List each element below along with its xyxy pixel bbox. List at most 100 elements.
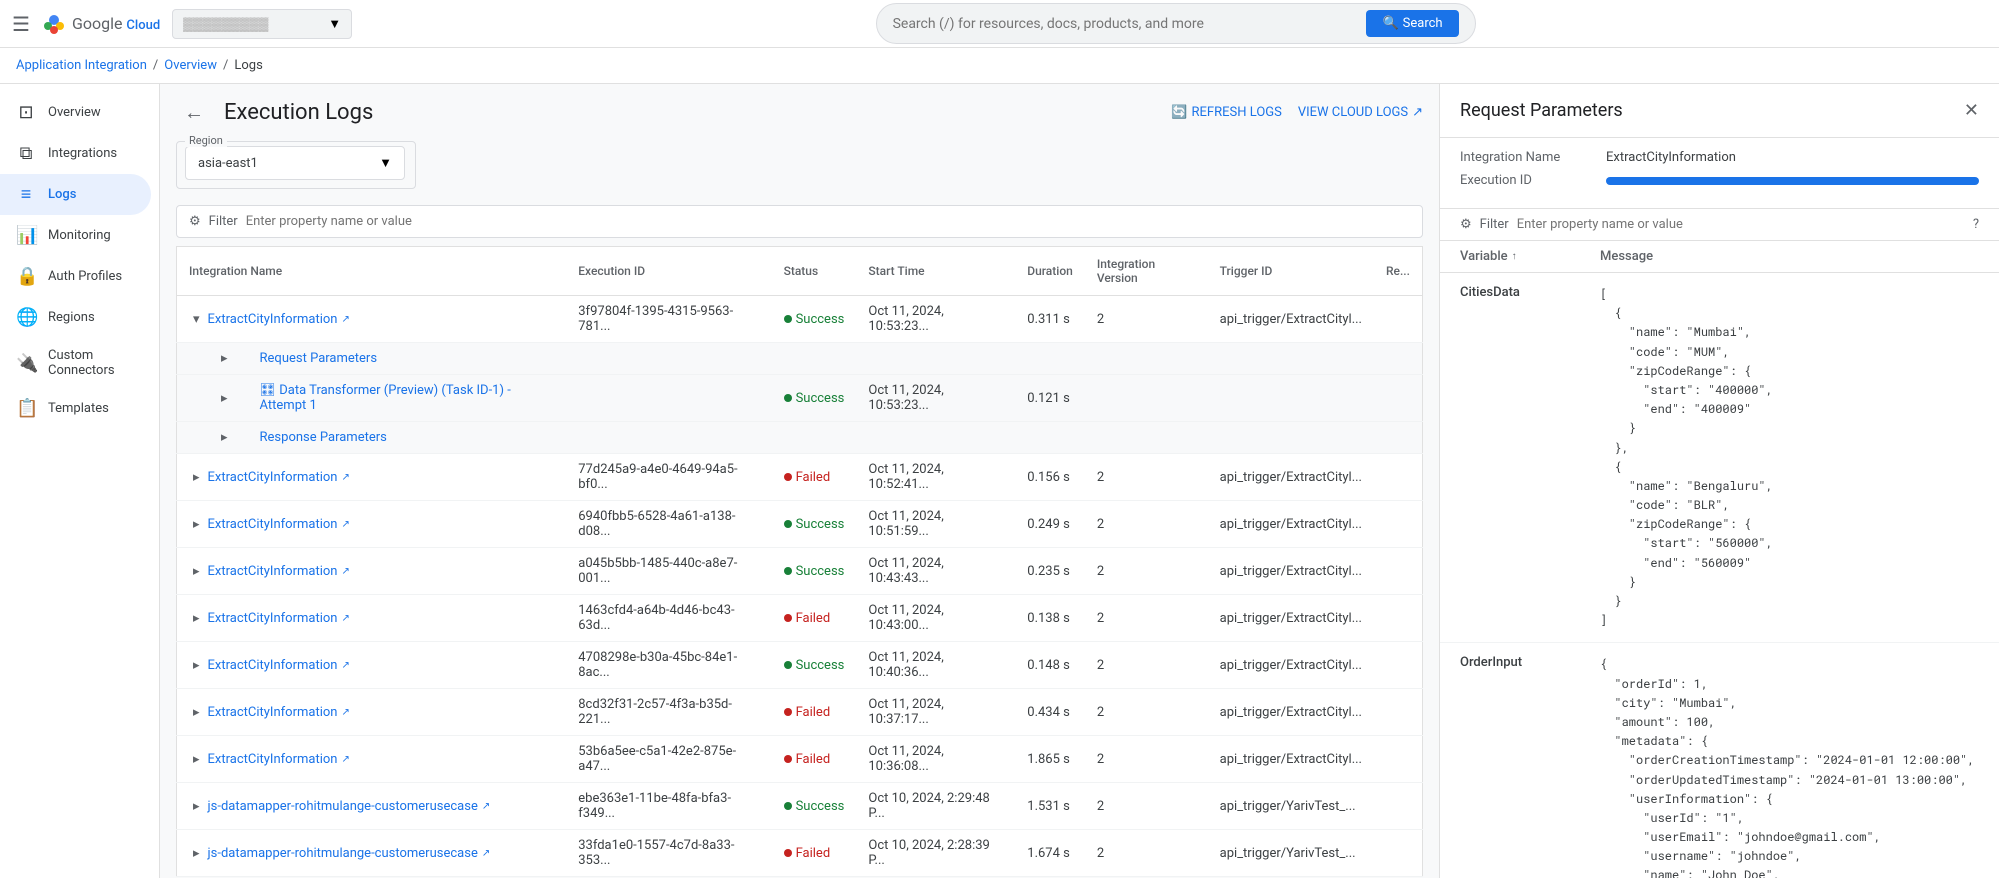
integration-name-link[interactable]: ExtractCityInformation↗ — [208, 658, 350, 673]
expand-sub-row-button[interactable]: ▸ — [217, 391, 232, 406]
sidebar-label-custom-connectors: Custom Connectors — [48, 348, 135, 378]
col-header-re: Re... — [1374, 247, 1423, 296]
sidebar-item-regions[interactable]: 🌐 Regions — [0, 297, 151, 338]
sub-trigger — [1208, 343, 1374, 375]
expand-sub-row-button[interactable]: ▸ — [217, 430, 232, 445]
table-row: ▾ ExtractCityInformation↗ 3f97804f-1395-… — [177, 296, 1423, 343]
expand-row-button[interactable]: ▸ — [189, 799, 204, 814]
sub-version — [1085, 343, 1208, 375]
expand-row-button[interactable]: ▸ — [189, 846, 204, 861]
filter-icon: ⚙ — [189, 214, 201, 229]
integration-name-link[interactable]: ExtractCityInformation↗ — [208, 312, 350, 327]
sub-version — [1085, 422, 1208, 454]
content-area: ← Execution Logs 🔄 REFRESH LOGS VIEW CLO… — [160, 84, 1439, 878]
trigger-id-cell: api_trigger/ExtractCityl... — [1208, 501, 1374, 548]
breadcrumb-item-app-integration[interactable]: Application Integration — [16, 58, 147, 73]
region-select[interactable]: asia-east1 ▼ — [185, 146, 405, 180]
meta-execution-id: Execution ID — [1460, 173, 1979, 188]
expand-row-button[interactable]: ▸ — [189, 658, 204, 673]
expand-row-button[interactable]: ▸ — [189, 611, 204, 626]
sort-icon[interactable]: ↑ — [1512, 251, 1517, 262]
variable-row: CitiesData [ { "name": "Mumbai", "code":… — [1440, 273, 1999, 643]
re-cell — [1374, 501, 1423, 548]
sidebar-item-logs[interactable]: ≡ Logs — [0, 174, 151, 215]
right-panel-filter-input[interactable] — [1517, 217, 1965, 232]
duration-cell: 0.156 s — [1015, 454, 1085, 501]
sub-re — [1374, 422, 1423, 454]
sub-duration — [1015, 343, 1085, 375]
right-panel-content: CitiesData [ { "name": "Mumbai", "code":… — [1440, 273, 1999, 878]
integration-name-link[interactable]: ExtractCityInformation↗ — [208, 705, 350, 720]
version-cell: 2 — [1085, 736, 1208, 783]
sub-status — [772, 422, 857, 454]
logs-table: Integration Name Execution ID Status Sta… — [176, 246, 1423, 877]
version-cell: 2 — [1085, 595, 1208, 642]
external-icon: ↗ — [341, 314, 349, 325]
expand-row-button[interactable]: ▸ — [189, 517, 204, 532]
sub-row-link[interactable]: Request Parameters — [236, 351, 378, 366]
breadcrumb-item-overview[interactable]: Overview — [164, 58, 217, 73]
duration-cell: 0.434 s — [1015, 689, 1085, 736]
sidebar-item-overview[interactable]: ⊡ Overview — [0, 92, 151, 133]
expand-row-button[interactable]: ▸ — [189, 752, 204, 767]
filter-input[interactable] — [246, 214, 1410, 229]
custom-connectors-icon: 🔌 — [16, 353, 36, 374]
col-header-trigger-id: Trigger ID — [1208, 247, 1374, 296]
help-icon[interactable]: ? — [1973, 217, 1979, 232]
right-panel-header: Request Parameters ✕ — [1440, 84, 1999, 138]
integration-name-link[interactable]: ExtractCityInformation↗ — [208, 517, 350, 532]
table-header-row: Integration Name Execution ID Status Sta… — [177, 247, 1423, 296]
sidebar-item-integrations[interactable]: ⧉ Integrations — [0, 133, 151, 174]
sidebar-item-monitoring[interactable]: 📊 Monitoring — [0, 215, 151, 256]
sidebar-item-templates[interactable]: 📋 Templates — [0, 388, 151, 429]
expand-sub-row-button[interactable]: ▸ — [217, 351, 232, 366]
execution-id-bar — [1606, 177, 1979, 185]
integration-name-link[interactable]: js-datamapper-rohitmulange-customeruseca… — [208, 799, 491, 814]
trigger-id-cell: api_trigger/YarivTest_... — [1208, 783, 1374, 830]
region-label: Region — [185, 134, 227, 147]
project-selector[interactable]: ▓▓▓▓▓▓▓▓▓ ▼ — [172, 9, 352, 39]
expand-row-button[interactable]: ▸ — [189, 705, 204, 720]
col-header-integration-version: Integration Version — [1085, 247, 1208, 296]
logs-header: ← Execution Logs 🔄 REFRESH LOGS VIEW CLO… — [176, 100, 1423, 125]
integration-name-link[interactable]: ExtractCityInformation↗ — [208, 611, 350, 626]
duration-cell: 1.865 s — [1015, 736, 1085, 783]
refresh-logs-button[interactable]: 🔄 REFRESH LOGS — [1171, 105, 1282, 120]
expand-row-button[interactable]: ▾ — [189, 312, 204, 327]
menu-icon[interactable]: ☰ — [12, 12, 30, 36]
close-button[interactable]: ✕ — [1964, 100, 1979, 121]
integration-name-link[interactable]: ExtractCityInformation↗ — [208, 752, 350, 767]
sidebar-label-monitoring: Monitoring — [48, 228, 111, 243]
sub-start-time — [856, 422, 1015, 454]
sub-execution-id — [566, 343, 771, 375]
integration-name-link[interactable]: ExtractCityInformation↗ — [208, 564, 350, 579]
sub-start-time — [856, 343, 1015, 375]
trigger-id-cell: api_trigger/ExtractCityl... — [1208, 595, 1374, 642]
trigger-id-cell: api_trigger/ExtractCityl... — [1208, 689, 1374, 736]
back-button[interactable]: ← — [176, 100, 212, 125]
view-cloud-logs-button[interactable]: VIEW CLOUD LOGS ↗ — [1298, 105, 1423, 120]
expand-row-button[interactable]: ▸ — [189, 470, 204, 485]
sub-start-time: Oct 11, 2024, 10:53:23... — [856, 375, 1015, 422]
sidebar-item-auth-profiles[interactable]: 🔒 Auth Profiles — [0, 256, 151, 297]
start-time-cell: Oct 11, 2024, 10:43:43... — [856, 548, 1015, 595]
region-value: asia-east1 — [198, 156, 371, 171]
right-panel-title: Request Parameters — [1460, 100, 1623, 121]
sidebar-item-custom-connectors[interactable]: 🔌 Custom Connectors — [0, 338, 151, 388]
duration-cell: 0.249 s — [1015, 501, 1085, 548]
integration-name-link[interactable]: ExtractCityInformation↗ — [208, 470, 350, 485]
table-row: ▸ ExtractCityInformation↗ a045b5bb-1485-… — [177, 548, 1423, 595]
status-cell: Success — [772, 548, 857, 595]
search-button[interactable]: 🔍 Search — [1366, 10, 1458, 37]
sub-row-link[interactable]: Response Parameters — [236, 430, 387, 445]
start-time-cell: Oct 11, 2024, 10:43:00... — [856, 595, 1015, 642]
sub-version — [1085, 375, 1208, 422]
duration-cell: 1.674 s — [1015, 830, 1085, 877]
sub-row-link[interactable]: 🎛 Data Transformer (Preview) (Task ID-1)… — [236, 383, 555, 413]
external-icon: ↗ — [341, 613, 349, 624]
execution-id-cell: a045b5bb-1485-440c-a8e7-001... — [566, 548, 771, 595]
expand-row-button[interactable]: ▸ — [189, 564, 204, 579]
search-input[interactable] — [893, 16, 1359, 32]
re-cell — [1374, 736, 1423, 783]
integration-name-link[interactable]: js-datamapper-rohitmulange-customeruseca… — [208, 846, 491, 861]
